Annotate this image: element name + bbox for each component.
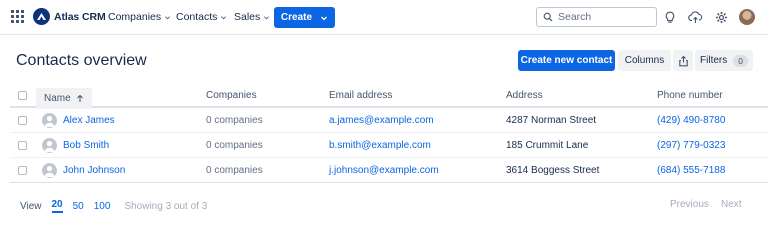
column-header-phone[interactable]: Phone number (657, 85, 723, 106)
page-size-50[interactable]: 50 (73, 201, 84, 212)
nav-item-label: Companies (108, 11, 162, 23)
top-navigation: Atlas CRM Companies Contacts Sales Creat… (0, 0, 768, 35)
avatar (42, 137, 57, 153)
brand-name: Atlas CRM (54, 10, 106, 23)
share-icon (678, 55, 688, 66)
lightbulb-icon[interactable] (662, 9, 678, 25)
search-box (536, 7, 657, 27)
nav-item-companies[interactable]: Companies (108, 11, 171, 23)
table-row: Alex James 0 companies a.james@example.c… (10, 108, 768, 133)
table-header-row: Name Companies Email address Address Pho… (10, 85, 768, 109)
email-link[interactable]: a.james@example.com (329, 108, 434, 132)
contact-name-link[interactable]: John Johnson (63, 165, 125, 176)
pagination-bar: View 20 50 100 Showing 3 out of 3 (20, 199, 207, 213)
cloud-upload-icon[interactable] (687, 9, 703, 25)
sort-ascending-icon (76, 94, 83, 102)
address-text: 4287 Norman Street (506, 114, 597, 126)
filters-count-badge: 0 (733, 54, 748, 67)
chevron-down-icon (264, 15, 270, 19)
chevron-down-icon (321, 16, 328, 20)
share-button[interactable] (673, 50, 693, 71)
search-input[interactable] (558, 11, 648, 23)
contact-name-link[interactable]: Alex James (63, 115, 115, 126)
nav-item-sales[interactable]: Sales (234, 11, 270, 23)
next-page-button[interactable]: Next (721, 199, 742, 210)
address-text: 3614 Boggess Street (506, 164, 600, 176)
filters-button-label: Filters (700, 55, 728, 66)
chevron-down-icon (165, 15, 171, 19)
nav-item-contacts[interactable]: Contacts (176, 11, 227, 23)
user-avatar[interactable] (739, 9, 755, 25)
row-checkbox[interactable] (18, 140, 27, 150)
column-header-email[interactable]: Email address (329, 85, 392, 106)
companies-count: 0 companies (206, 114, 263, 126)
chevron-down-icon (221, 15, 227, 19)
page-size-20[interactable]: 20 (51, 199, 63, 213)
email-link[interactable]: b.smith@example.com (329, 133, 431, 157)
phone-link[interactable]: (297) 779-0323 (657, 133, 725, 157)
brand-logo-icon (33, 8, 50, 25)
select-all-checkbox[interactable] (18, 91, 27, 100)
create-button[interactable]: Create (274, 7, 335, 28)
create-button-label: Create (280, 12, 313, 23)
phone-link[interactable]: (684) 555-7188 (657, 158, 725, 182)
row-checkbox[interactable] (18, 115, 27, 125)
nav-item-label: Sales (234, 11, 261, 23)
column-header-address[interactable]: Address (506, 85, 543, 106)
companies-count: 0 companies (206, 164, 263, 176)
showing-count: Showing 3 out of 3 (124, 200, 208, 212)
column-header-companies[interactable]: Companies (206, 85, 257, 106)
column-header-name[interactable]: Name (36, 88, 92, 109)
app-switcher-icon[interactable] (11, 10, 25, 24)
contacts-table: Name Companies Email address Address Pho… (10, 85, 768, 183)
contact-name-link[interactable]: Bob Smith (63, 140, 109, 151)
view-label: View (20, 200, 42, 212)
row-checkbox[interactable] (18, 165, 27, 175)
avatar (42, 162, 57, 178)
phone-link[interactable]: (429) 490-8780 (657, 108, 725, 132)
nav-item-label: Contacts (176, 11, 218, 23)
column-header-label: Name (44, 93, 71, 104)
companies-count: 0 companies (206, 139, 263, 151)
filters-button[interactable]: Filters 0 (695, 50, 753, 71)
brand-logo[interactable]: Atlas CRM (33, 8, 106, 25)
settings-icon[interactable] (713, 9, 729, 25)
avatar (42, 112, 57, 128)
table-row: Bob Smith 0 companies b.smith@example.co… (10, 133, 768, 158)
create-new-contact-button[interactable]: Create new contact (518, 50, 615, 71)
address-text: 185 Crummit Lane (506, 139, 589, 151)
search-icon (543, 12, 553, 22)
email-link[interactable]: j.johnson@example.com (329, 158, 439, 182)
previous-page-button[interactable]: Previous (670, 199, 709, 210)
table-row: John Johnson 0 companies j.johnson@examp… (10, 158, 768, 183)
page-size-100[interactable]: 100 (94, 201, 111, 212)
page-title: Contacts overview (16, 52, 147, 69)
columns-button[interactable]: Columns (618, 50, 671, 71)
